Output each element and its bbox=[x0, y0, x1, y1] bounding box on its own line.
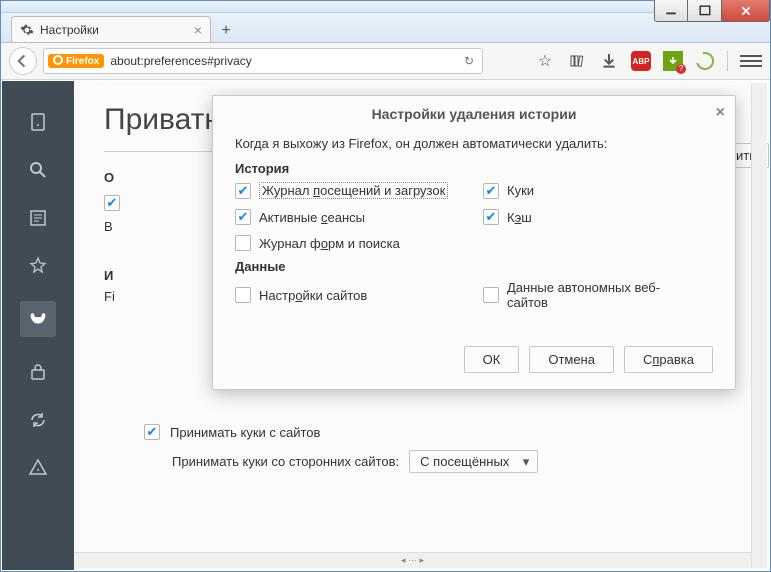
option-cache[interactable]: ✔ Кэш bbox=[483, 209, 713, 225]
reload-button[interactable]: ↻ bbox=[460, 54, 478, 68]
dialog-title: Настройки удаления истории × bbox=[213, 96, 735, 132]
preferences-sidebar bbox=[2, 81, 74, 570]
toolbar-separator bbox=[727, 51, 728, 71]
extension-spiral-icon[interactable] bbox=[695, 51, 715, 71]
url-text: about:preferences#privacy bbox=[110, 54, 251, 68]
clear-history-settings-dialog: Настройки удаления истории × Когда я вых… bbox=[212, 95, 736, 390]
sidebar-privacy-icon[interactable] bbox=[20, 301, 56, 337]
adblock-plus-icon[interactable]: ABP bbox=[631, 51, 651, 71]
dialog-data-section-label: Данные bbox=[235, 259, 713, 274]
option-site-preferences-label: Настройки сайтов bbox=[259, 288, 367, 303]
window-close-button[interactable] bbox=[722, 0, 770, 22]
url-bar[interactable]: Firefox about:preferences#privacy ↻ bbox=[43, 48, 483, 74]
dialog-prompt: Когда я выхожу из Firefox, он должен авт… bbox=[235, 136, 713, 151]
sidebar-advanced-icon[interactable] bbox=[25, 455, 51, 481]
option-site-preferences-checkbox[interactable] bbox=[235, 287, 251, 303]
option-cookies-label: Куки bbox=[507, 183, 534, 198]
content-area: Приватность О ✔ В Сменить нее И Fi ✔ При… bbox=[2, 81, 769, 570]
option-browsing-history[interactable]: ✔ Журнал посещений и загрузок bbox=[235, 182, 465, 199]
navigation-toolbar: Firefox about:preferences#privacy ↻ ☆ AB… bbox=[1, 43, 770, 80]
option-forms-search[interactable]: Журнал форм и поиска bbox=[235, 235, 465, 251]
savefrom-icon[interactable] bbox=[663, 51, 683, 71]
sidebar-security-icon[interactable] bbox=[25, 359, 51, 385]
option-active-sessions-label: Активные сеансы bbox=[259, 210, 365, 225]
option-forms-search-label: Журнал форм и поиска bbox=[259, 236, 400, 251]
option-cache-checkbox[interactable]: ✔ bbox=[483, 209, 499, 225]
downloads-icon[interactable] bbox=[599, 51, 619, 71]
option-browsing-history-checkbox[interactable]: ✔ bbox=[235, 183, 251, 199]
gear-icon bbox=[20, 23, 34, 37]
option-offline-data-label: Данные автономных веб-сайтов bbox=[507, 280, 687, 310]
option-offline-data[interactable]: Данные автономных веб-сайтов bbox=[483, 280, 713, 310]
new-tab-button[interactable]: + bbox=[213, 20, 239, 42]
identity-firefox-badge: Firefox bbox=[48, 54, 104, 68]
sidebar-general-icon[interactable] bbox=[25, 109, 51, 135]
dialog-history-section-label: История bbox=[235, 161, 713, 176]
library-icon[interactable] bbox=[567, 51, 587, 71]
option-cache-label: Кэш bbox=[507, 210, 532, 225]
option-cookies[interactable]: ✔ Куки bbox=[483, 182, 713, 199]
dialog-help-button[interactable]: Справка bbox=[624, 346, 713, 373]
preferences-pane: Приватность О ✔ В Сменить нее И Fi ✔ При… bbox=[74, 81, 769, 570]
option-offline-data-checkbox[interactable] bbox=[483, 287, 499, 303]
tab-title: Настройки bbox=[40, 23, 99, 37]
modal-backdrop: Настройки удаления истории × Когда я вых… bbox=[74, 81, 769, 570]
window-minimize-button[interactable] bbox=[654, 0, 688, 22]
bookmark-star-icon[interactable]: ☆ bbox=[535, 51, 555, 71]
back-button[interactable] bbox=[9, 47, 37, 75]
dialog-cancel-button[interactable]: Отмена bbox=[529, 346, 614, 373]
tab-close-button[interactable]: × bbox=[194, 22, 202, 38]
window-maximize-button[interactable] bbox=[688, 0, 722, 22]
back-arrow-icon bbox=[16, 54, 30, 68]
option-forms-search-checkbox[interactable] bbox=[235, 235, 251, 251]
hamburger-menu-button[interactable] bbox=[740, 51, 762, 71]
option-active-sessions[interactable]: ✔ Активные сеансы bbox=[235, 209, 465, 225]
option-site-preferences[interactable]: Настройки сайтов bbox=[235, 280, 465, 310]
window-titlebar bbox=[1, 1, 770, 13]
dialog-ok-button[interactable]: ОК bbox=[464, 346, 520, 373]
sidebar-content-icon[interactable] bbox=[25, 205, 51, 231]
dialog-close-button[interactable]: × bbox=[716, 104, 725, 122]
browser-window: Настройки × + Firefox about:preferences#… bbox=[0, 0, 771, 572]
option-active-sessions-checkbox[interactable]: ✔ bbox=[235, 209, 251, 225]
sidebar-search-icon[interactable] bbox=[25, 157, 51, 183]
vertical-scrollbar[interactable] bbox=[751, 83, 767, 568]
sidebar-applications-icon[interactable] bbox=[25, 253, 51, 279]
horizontal-scrollbar[interactable]: ◂ ··· ▸ bbox=[74, 552, 751, 568]
option-cookies-checkbox[interactable]: ✔ bbox=[483, 183, 499, 199]
tab-settings[interactable]: Настройки × bbox=[11, 16, 211, 42]
option-browsing-history-label: Журнал посещений и загрузок bbox=[259, 182, 448, 199]
sidebar-sync-icon[interactable] bbox=[25, 407, 51, 433]
